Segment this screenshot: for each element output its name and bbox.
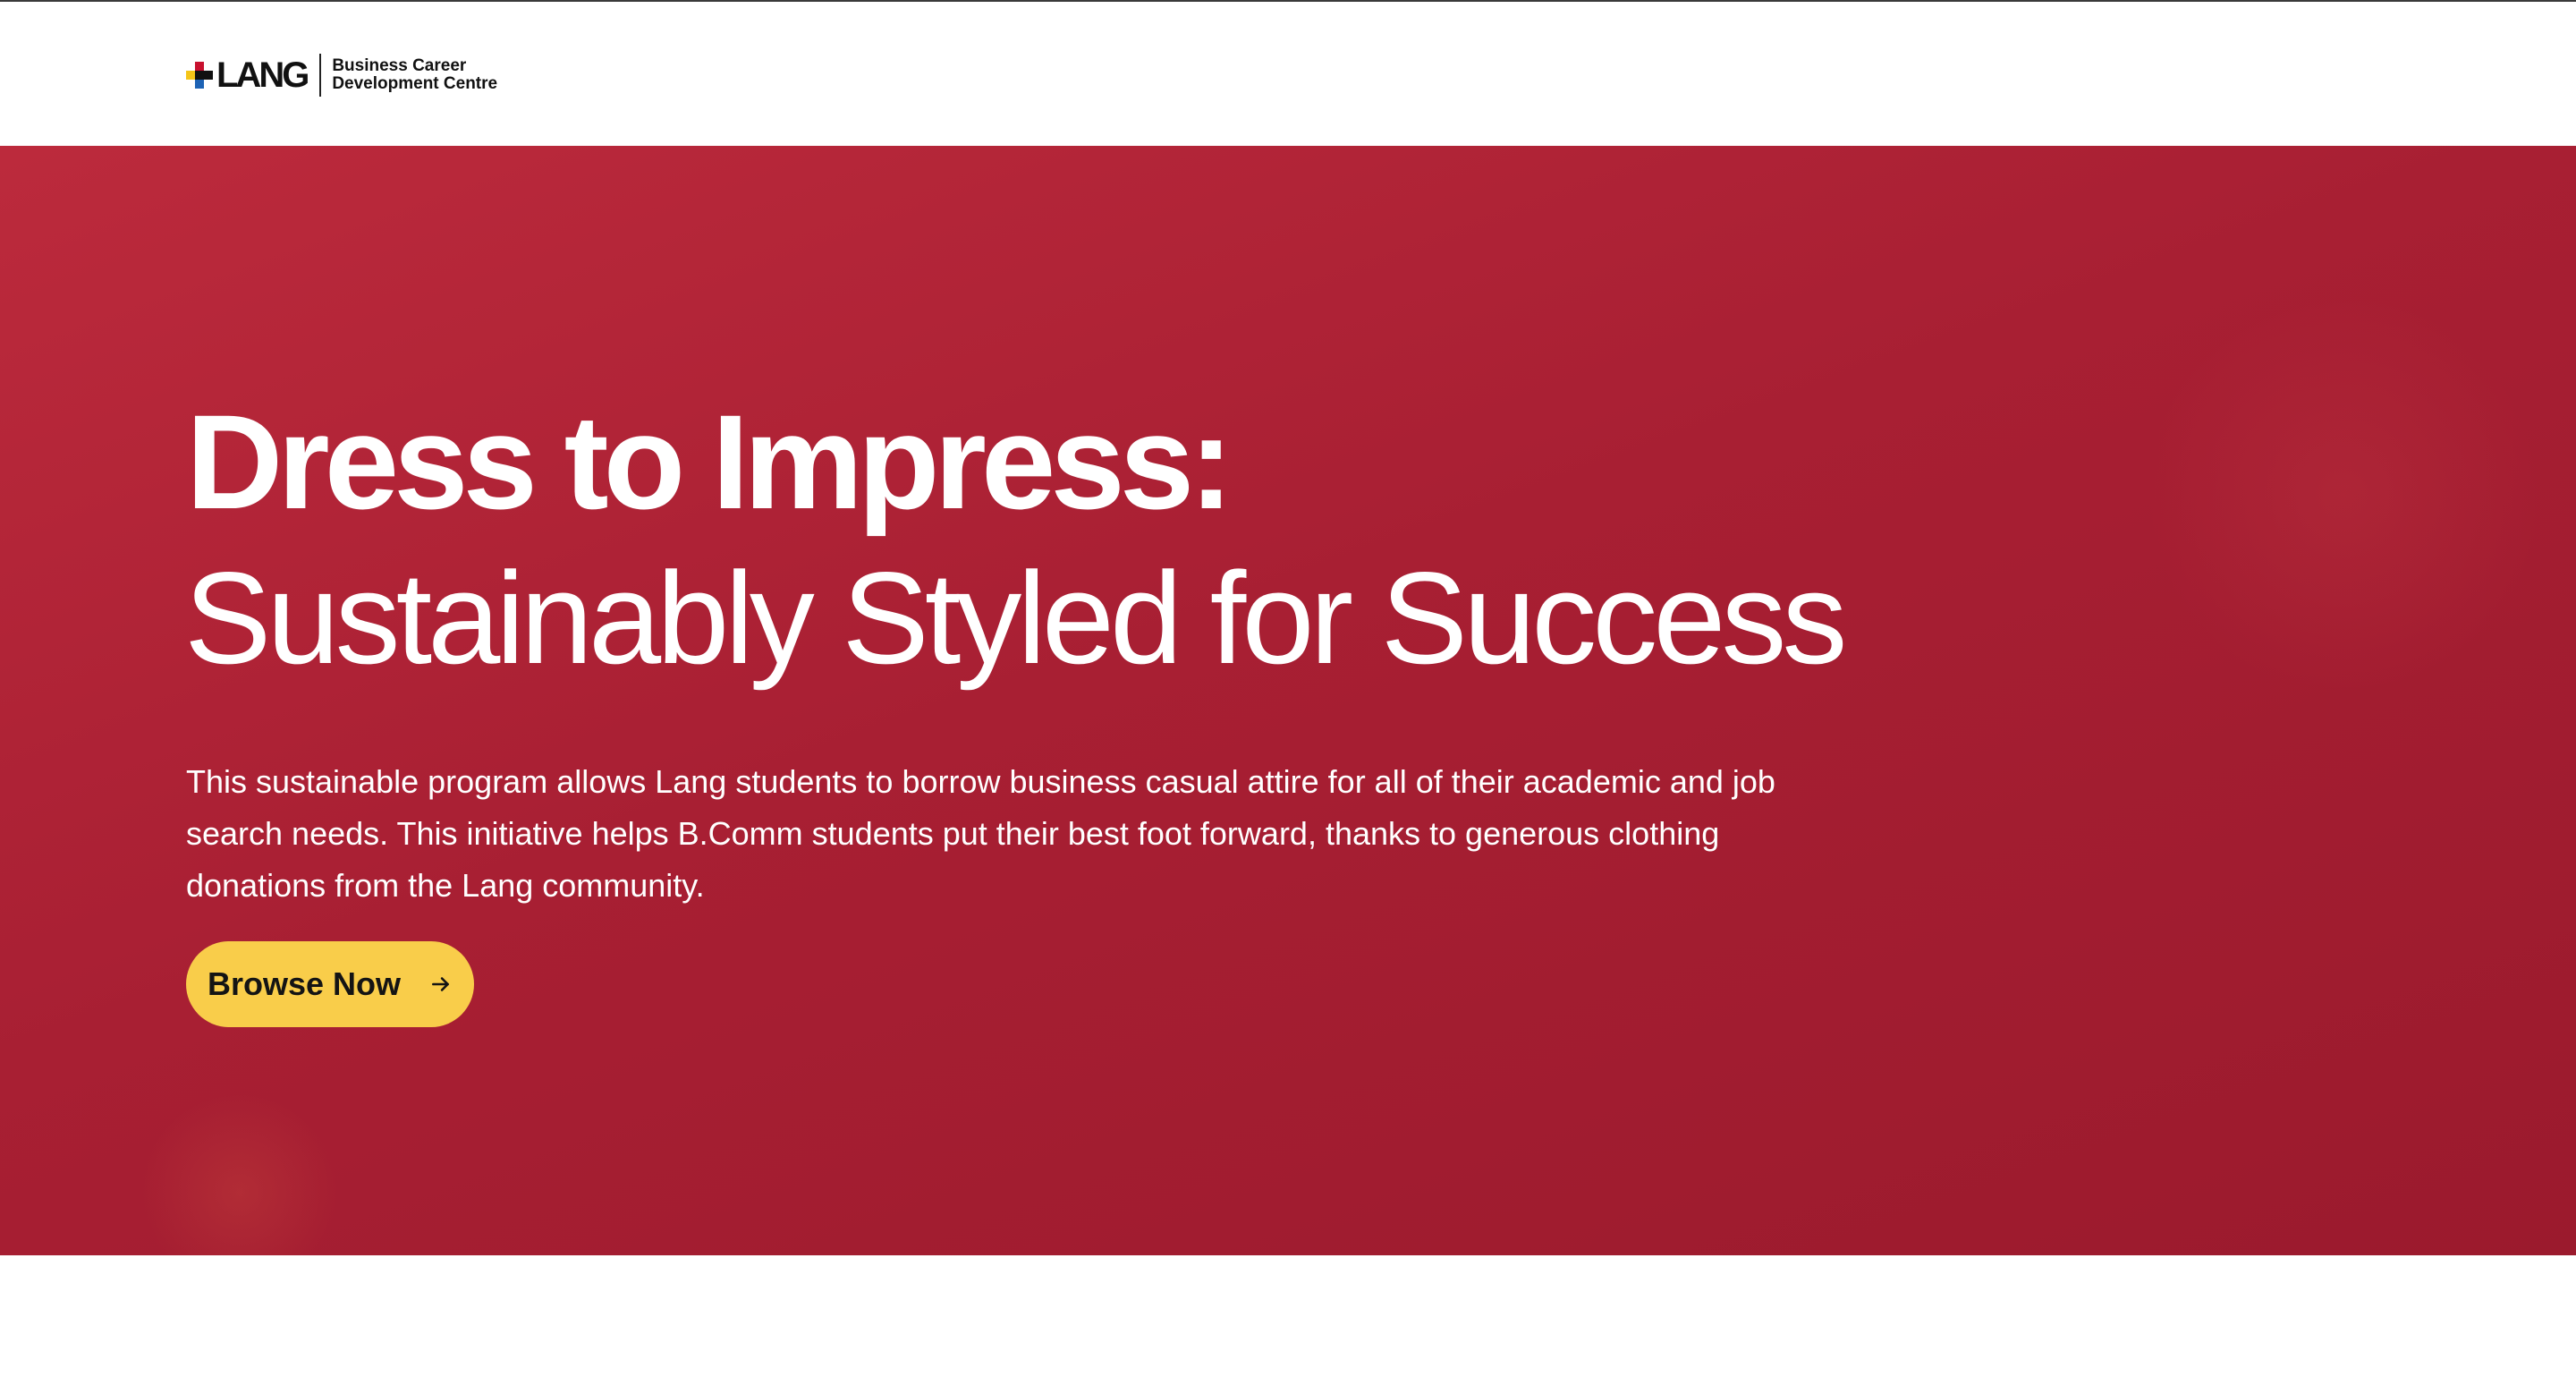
page-body [0,1255,2576,1394]
hero-banner: Dress to Impress: Sustainably Styled for… [0,146,2576,1255]
logo-subtitle-line2: Development Centre [332,74,498,93]
logo-subtitle-line1: Business Career [332,56,467,75]
browse-now-label: Browse Now [208,965,402,1002]
logo-subtitle: Business Career Development Centre [332,57,497,93]
browse-now-button[interactable]: Browse Now [186,941,474,1027]
logo-divider [319,54,322,97]
site-header: LANG Business Career Development Centre [0,2,2576,146]
logo-link[interactable]: LANG Business Career Development Centre [186,52,497,98]
lang-logo-icon [186,62,213,89]
hero-description: This sustainable program allows Lang stu… [186,763,1775,904]
hero-subtitle: Sustainably Styled for Success [184,545,1847,691]
hero-title: Dress to Impress: [186,387,1233,537]
logo-wordmark: LANG [216,55,309,95]
arrow-right-icon [432,977,449,991]
